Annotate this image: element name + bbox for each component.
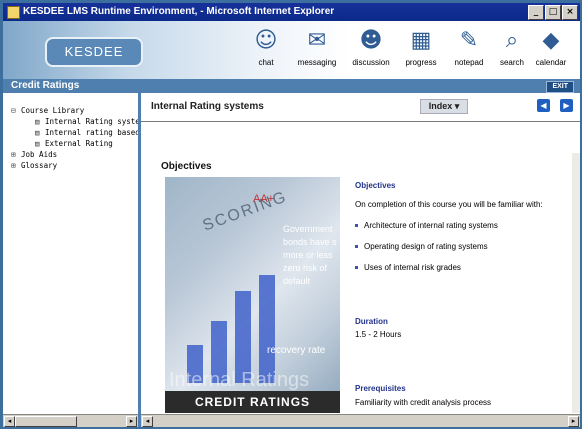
expand-icon[interactable]: ⊞: [11, 149, 21, 160]
course-cover-image: SCORING AA+ Government bonds have s more…: [165, 177, 340, 413]
nav-progress[interactable]: ▦ progress: [395, 27, 447, 67]
content-vertical-scrollbar[interactable]: [572, 153, 580, 413]
scroll-right-arrow[interactable]: ▸: [568, 416, 579, 427]
scroll-left-arrow[interactable]: ◂: [142, 416, 153, 427]
image-text: SCORING: [200, 188, 290, 235]
minimize-button[interactable]: _: [528, 5, 544, 20]
nav-chat[interactable]: ☺ chat: [240, 27, 292, 67]
messaging-icon: ✉: [307, 28, 327, 53]
prev-page-button[interactable]: ◀: [537, 99, 550, 112]
index-button[interactable]: Index ▾: [420, 99, 468, 114]
index-label: Index: [428, 101, 453, 111]
tree-item-course-library[interactable]: ⊟ Course Library: [11, 105, 138, 116]
content-header: Internal Rating systems Index ▾ ◀ ▶: [141, 93, 580, 122]
tree-item-label: Job Aids: [21, 150, 58, 159]
tree-item-job-aids[interactable]: ⊞ Job Aids: [11, 149, 138, 160]
section-bar: Credit Ratings EXIT: [3, 79, 580, 93]
image-text: Internal Ratings: [169, 369, 310, 391]
content-horizontal-scrollbar[interactable]: ◂ ▸: [141, 414, 580, 427]
tree-item-label: Internal rating based: [45, 128, 138, 137]
nav-discussion[interactable]: ☻ discussion: [345, 27, 397, 67]
content-panel: Internal Rating systems Index ▾ ◀ ▶ Obje…: [141, 93, 580, 427]
image-text: AA+: [253, 193, 275, 205]
prerequisites-value: Familiarity with credit analysis process: [355, 398, 492, 407]
course-tree-panel: ⊟Course Library ▤ Internal Rating systems…: [3, 93, 141, 427]
page-icon: ▤: [35, 139, 40, 148]
page-icon: ▤: [35, 117, 40, 126]
kesdee-logo: KESDEE: [45, 37, 143, 67]
tree-item-internal-rating-systems[interactable]: ▤ Internal Rating systems: [11, 116, 138, 127]
expand-icon[interactable]: ⊞: [11, 160, 21, 171]
nav-messaging[interactable]: ✉ messaging: [291, 27, 343, 67]
nav-calendar[interactable]: ◆ calendar: [525, 27, 577, 67]
notepad-icon: ✎: [459, 28, 479, 53]
nav-label: calendar: [535, 58, 567, 67]
nav-label: discussion: [352, 58, 390, 67]
scroll-thumb[interactable]: [15, 416, 77, 427]
tree-item-external-rating[interactable]: ▤ External Rating: [11, 138, 138, 149]
nav-label: messaging: [297, 58, 337, 67]
tree-item-glossary[interactable]: ⊞ Glossary: [11, 160, 138, 171]
nav-label: chat: [258, 58, 274, 67]
image-text: recovery rate: [267, 345, 326, 356]
tree-item-label: Internal Rating systems: [45, 117, 138, 126]
objectives-heading: Objectives: [355, 181, 396, 190]
nav-label: progress: [405, 58, 437, 67]
title-bar: KESDEE LMS Runtime Environment, - Micros…: [3, 3, 580, 21]
prerequisites-heading: Prerequisites: [355, 384, 406, 393]
objectives-intro: On completion of this course you will be…: [355, 200, 543, 209]
header-banner: KESDEE ☺ chat ✉ messaging ☻ discussion ▦…: [3, 21, 580, 79]
duration-heading: Duration: [355, 317, 388, 326]
maximize-button[interactable]: □: [545, 5, 561, 20]
discussion-icon: ☻: [359, 28, 383, 53]
course-tree: ⊟Course Library ▤ Internal Rating systems…: [11, 105, 138, 171]
search-icon: ⌕: [505, 28, 519, 53]
chat-icon: ☺: [254, 28, 278, 53]
close-button[interactable]: ×: [562, 5, 578, 20]
cover-caption: CREDIT RATINGS: [165, 391, 340, 413]
browser-window: KESDEE LMS Runtime Environment, - Micros…: [3, 3, 580, 427]
objective-item: Operating design of rating systems: [355, 242, 488, 251]
tree-horizontal-scrollbar[interactable]: ◂ ▸: [3, 414, 138, 427]
ie-icon: [7, 6, 20, 19]
objective-item: Uses of internal risk grades: [355, 263, 461, 272]
nav-label: search: [499, 58, 524, 67]
calendar-icon: ◆: [542, 28, 560, 53]
progress-icon: ▦: [410, 28, 432, 53]
window-title: KESDEE LMS Runtime Environment, - Micros…: [23, 6, 335, 17]
page-title: Internal Rating systems: [151, 101, 264, 112]
section-label: Credit Ratings: [11, 80, 80, 91]
exit-button[interactable]: EXIT: [546, 81, 574, 93]
nav-label: notepad: [454, 58, 484, 67]
tree-item-internal-rating-based[interactable]: ▤ Internal rating based: [11, 127, 138, 138]
tree-item-label: Glossary: [21, 161, 58, 170]
objective-item: Architecture of internal rating systems: [355, 221, 498, 230]
scroll-right-arrow[interactable]: ▸: [126, 416, 137, 427]
collapse-icon[interactable]: ⊟: [11, 105, 21, 116]
page-icon: ▤: [35, 128, 40, 137]
section-title: Objectives: [161, 161, 212, 172]
scroll-left-arrow[interactable]: ◂: [4, 416, 15, 427]
next-page-button[interactable]: ▶: [560, 99, 573, 112]
tree-item-label: External Rating: [45, 139, 113, 148]
duration-value: 1.5 - 2 Hours: [355, 330, 402, 339]
image-bars: [187, 273, 297, 383]
tree-item-label: Course Library: [21, 106, 85, 115]
